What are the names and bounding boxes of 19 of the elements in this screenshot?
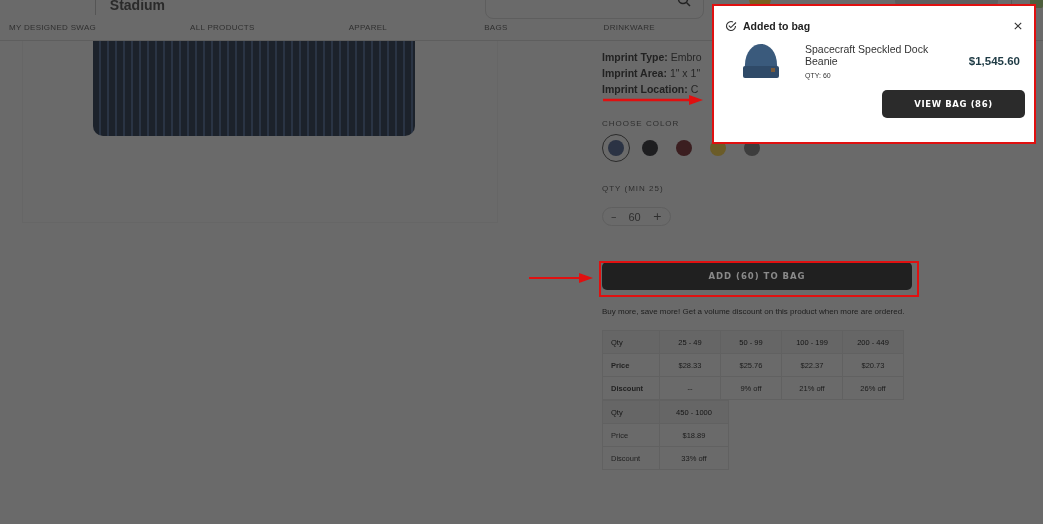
- minus-button[interactable]: –: [609, 210, 619, 223]
- nav-link[interactable]: BAGS: [484, 23, 508, 40]
- nav-link[interactable]: DRINKWARE: [603, 23, 655, 40]
- check-circle-icon: [725, 20, 737, 32]
- popup-title: Added to bag: [743, 20, 812, 32]
- imprint-detail: Imprint Location: C: [602, 82, 699, 97]
- quantity-value: 60: [628, 210, 641, 223]
- view-bag-button[interactable]: VIEW BAG (86): [882, 90, 1025, 118]
- annotation-arrow: [529, 273, 593, 283]
- nav-link[interactable]: APPAREL: [348, 23, 388, 40]
- beanie-drawing: [741, 42, 781, 80]
- product-name: Spacecraft Speckled Dock Beanie: [805, 43, 930, 67]
- price: $1,545.60: [968, 55, 1020, 67]
- plus-button[interactable]: +: [650, 210, 664, 223]
- imprint-detail: Imprint Area: 1" x 1": [602, 66, 701, 81]
- imprint-detail: Imprint Type: Embro: [602, 50, 702, 65]
- logo-text[interactable]: Stadium: [109, 0, 166, 13]
- add-to-bag-button[interactable]: ADD (60) TO BAG: [602, 262, 912, 290]
- close-icon[interactable]: [1014, 22, 1022, 30]
